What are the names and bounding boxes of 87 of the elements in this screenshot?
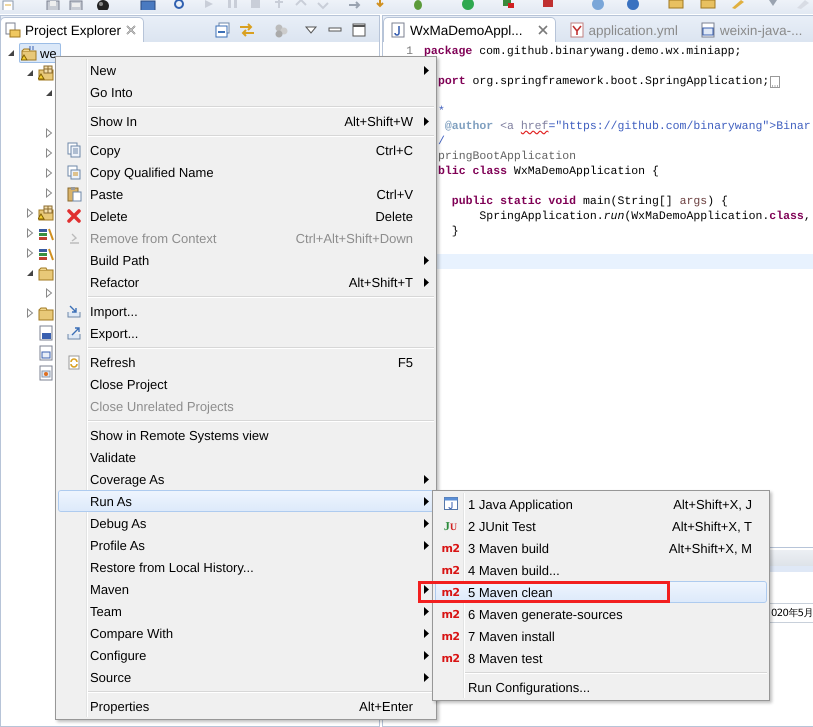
menu-item[interactable]: Close Project (58, 373, 434, 395)
code-line: public static void main(String[] args) { (450, 194, 728, 209)
menu-item[interactable]: m2 3 Maven build Alt+Shift+X, M (435, 537, 767, 559)
image-file-icon (38, 365, 54, 381)
code-line: package com.github.binarywang.demo.wx.miniapp; (424, 44, 742, 59)
menu-item[interactable]: Copy Qualified Name (58, 161, 434, 183)
copy-icon (66, 142, 82, 158)
menu-item[interactable]: Show In Alt+Shift+W (58, 110, 434, 132)
window-icon (442, 496, 458, 512)
folder-icon (668, 0, 684, 10)
file-icon (38, 345, 54, 361)
paste-icon (66, 186, 82, 202)
menu-item[interactable]: m2 4 Maven build... (435, 559, 767, 581)
menu-item[interactable]: m2 6 Maven generate-sources (435, 603, 767, 625)
menu-item[interactable]: m2 7 Maven install (435, 625, 767, 647)
export-icon (66, 325, 82, 341)
menu-item[interactable]: Export... (58, 322, 434, 344)
menu-item[interactable]: Compare With (58, 622, 434, 644)
code-line: / (438, 134, 445, 149)
menu-item[interactable]: Debug As (58, 512, 434, 534)
line-number: 1 (406, 45, 413, 58)
save-icon (45, 0, 61, 10)
maven-icon: m2 (441, 542, 460, 554)
collapse-all-icon[interactable] (215, 22, 231, 38)
menu-item[interactable]: Run Configurations... (435, 676, 767, 698)
menu-item[interactable]: JU 2 JUnit Test Alt+Shift+X, T (435, 515, 767, 537)
dots-icon[interactable] (273, 22, 289, 38)
folder-icon (38, 305, 54, 321)
menu-item[interactable]: Refactor Alt+Shift+T (58, 271, 434, 293)
menu-item[interactable]: Validate (58, 446, 434, 468)
menu-item[interactable]: 1 Java Application Alt+Shift+X, J (435, 493, 767, 515)
table-cell-text: 020年5月 (771, 607, 813, 620)
maven-icon: m2 (441, 586, 460, 598)
menu-item[interactable]: Source (58, 666, 434, 688)
arrow-icon (347, 0, 363, 10)
yaml-file-icon (568, 22, 585, 38)
maven-icon: m2 (441, 652, 460, 664)
maven-icon: m2 (441, 564, 460, 576)
junit-icon: JU (444, 518, 458, 534)
package-folder-icon (38, 65, 54, 81)
menu-item[interactable]: Go Into (58, 81, 434, 103)
folder-icon (700, 0, 716, 10)
menu-item[interactable]: Restore from Local History... (58, 556, 434, 578)
code-line: pringBootApplication (438, 149, 576, 164)
menu-item[interactable]: Coverage As (58, 468, 434, 490)
menu-item[interactable]: New (58, 59, 434, 81)
menu-item[interactable]: Build Path (58, 249, 434, 271)
menu-item[interactable]: Show in Remote Systems view (58, 424, 434, 446)
code-line: @author <a href="https://github.com/binarywang">Binar (444, 119, 811, 134)
maven-icon: m2 (441, 630, 460, 642)
menu-item[interactable]: m2 8 Maven test (435, 647, 767, 669)
java-file-icon (390, 22, 406, 38)
code-line: SpringApplication.run(WxMaDemoApplication.class, (478, 209, 811, 224)
editor-tab[interactable]: WxMaDemoAppl... (383, 17, 556, 42)
pencil-icon (730, 0, 746, 10)
close-icon (125, 24, 138, 36)
menu-item[interactable]: Profile As (58, 534, 434, 556)
code-line: } (450, 224, 459, 239)
menu-item[interactable]: Import... (58, 300, 434, 322)
folder-icon (38, 265, 54, 281)
monitor-icon (140, 0, 156, 10)
menu-item[interactable]: Copy Ctrl+C (58, 139, 434, 161)
copy-icon (66, 164, 82, 180)
package-folder-icon (38, 205, 54, 221)
menu-item[interactable]: Paste Ctrl+V (58, 183, 434, 205)
code-line: * (438, 104, 445, 119)
menu-item[interactable]: Maven (58, 578, 434, 600)
file-icon (700, 22, 716, 38)
project-explorer-tab[interactable]: Project Explorer (0, 17, 144, 42)
maximize-icon[interactable] (351, 22, 367, 38)
menu-item[interactable]: Team (58, 600, 434, 622)
close-icon (536, 24, 549, 36)
import-icon (66, 303, 82, 319)
menu-item[interactable]: Refresh F5 (58, 351, 434, 373)
explorer-icon (5, 22, 21, 38)
file-icon (38, 325, 54, 341)
tree-item[interactable]: we (19, 43, 61, 63)
maven-icon: m2 (441, 608, 460, 620)
delete-icon (66, 208, 82, 224)
project-folder-icon (21, 45, 37, 61)
menu-item[interactable]: Delete Delete (58, 205, 434, 227)
code-line: port org.springframework.boot.SpringApplication; (438, 74, 770, 89)
menu-item[interactable]: Configure (58, 644, 434, 666)
code-line: blic class WxMaDemoApplication { (438, 164, 659, 179)
save-all-icon (68, 0, 84, 10)
menu-item[interactable]: Properties Alt+Enter (58, 695, 434, 717)
menu-item[interactable]: Run As (58, 490, 434, 512)
